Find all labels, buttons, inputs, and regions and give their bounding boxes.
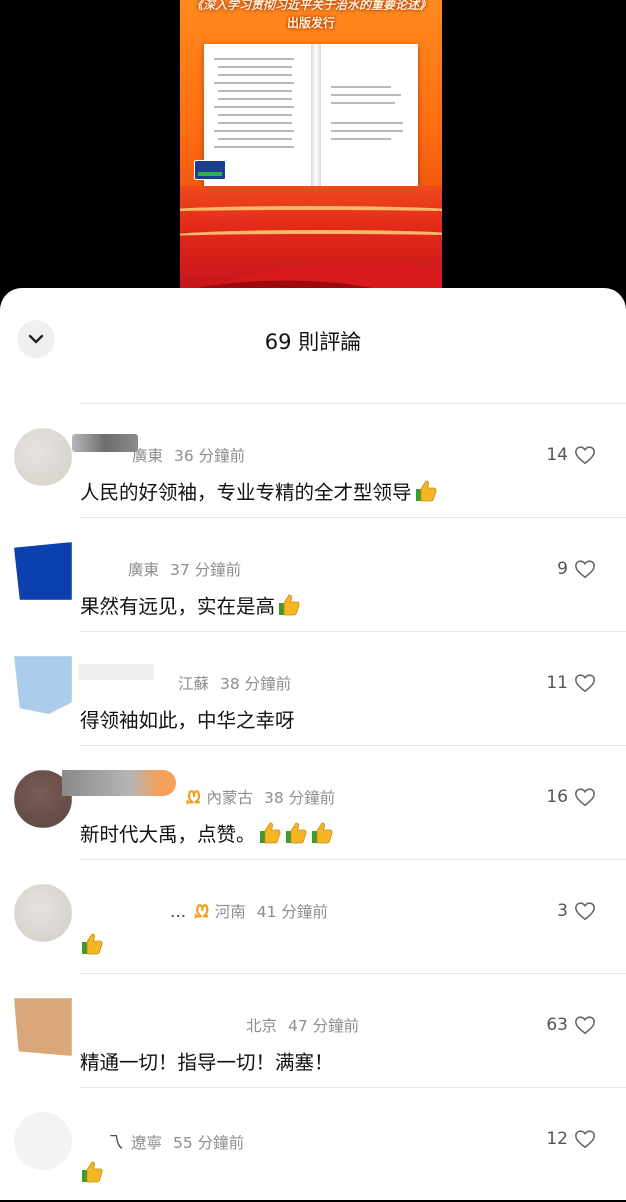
like-button[interactable]: 11 xyxy=(546,672,596,694)
avatar[interactable] xyxy=(14,998,72,1056)
comment-text: 新时代大禹，点赞。 xyxy=(80,818,334,847)
username-redacted[interactable] xyxy=(72,434,138,452)
cctv-news-logo xyxy=(194,160,226,180)
comment-meta: 廣東 37 分鐘前 xyxy=(128,558,241,580)
comment-item[interactable]: 江蘇 38 分鐘前 得领袖如此，中华之幸呀 11 xyxy=(0,632,626,746)
avatar[interactable] xyxy=(14,542,72,600)
thumbs-up-icon xyxy=(414,479,438,503)
username[interactable]: ... xyxy=(170,902,186,922)
like-count: 63 xyxy=(546,1015,568,1035)
video-title: 《深入学习贯彻习近平关于治水的重要论述》 出版发行 xyxy=(180,0,442,40)
location: 北京 xyxy=(246,1017,278,1035)
comment-body: 果然有远见，实在是高 xyxy=(80,595,276,618)
like-count: 12 xyxy=(546,1129,568,1149)
timestamp: 37 分鐘前 xyxy=(169,561,242,579)
heart-icon xyxy=(575,1016,595,1035)
thumbs-up-icon xyxy=(258,821,282,845)
comment-meta: ... ᘻ 河南 41 分鐘前 xyxy=(170,900,328,922)
video-frame: 《深入学习贯彻习近平关于治水的重要论述》 出版发行 xyxy=(180,0,442,290)
badge-icon: ᘻ xyxy=(194,902,209,922)
thumbs-up-icon xyxy=(310,821,334,845)
like-button[interactable]: 16 xyxy=(546,786,596,808)
username-redacted[interactable] xyxy=(78,664,154,680)
heart-icon xyxy=(575,902,595,921)
location: 遼寧 xyxy=(131,1134,163,1152)
book-image xyxy=(204,44,418,186)
timestamp: 38 分鐘前 xyxy=(219,675,292,693)
heart-icon xyxy=(575,560,595,579)
video-title-line2: 出版发行 xyxy=(286,16,335,30)
heart-icon xyxy=(575,788,595,807)
comment-item[interactable]: 北京 47 分鐘前 精通一切！指导一切！满塞！ 63 xyxy=(0,974,626,1088)
timestamp: 36 分鐘前 xyxy=(173,447,246,465)
heart-icon xyxy=(575,446,595,465)
comment-meta: 北京 47 分鐘前 xyxy=(246,1014,359,1036)
comment-body: 精通一切！指导一切！满塞！ xyxy=(80,1051,334,1074)
comment-count-title: 69 則評論 xyxy=(264,330,362,354)
red-wave-background xyxy=(180,186,442,290)
comment-meta: 廣東 36 分鐘前 xyxy=(132,444,245,466)
comment-body: 人民的好领袖，专业专精的全才型领导 xyxy=(80,481,412,504)
like-count: 3 xyxy=(557,901,568,921)
timestamp: 55 分鐘前 xyxy=(172,1134,245,1152)
comment-item[interactable]: ... ᘻ 河南 41 分鐘前 3 xyxy=(0,860,626,974)
comment-text: 精通一切！指导一切！满塞！ xyxy=(80,1046,334,1075)
thumbs-up-icon xyxy=(284,821,308,845)
like-button[interactable]: 9 xyxy=(557,558,596,580)
like-count: 14 xyxy=(546,445,568,465)
comment-text xyxy=(80,932,104,957)
thumbs-up-icon xyxy=(80,1160,104,1184)
avatar[interactable] xyxy=(14,884,72,942)
video-player[interactable]: 《深入学习贯彻习近平关于治水的重要论述》 出版发行 xyxy=(0,0,626,300)
heart-icon xyxy=(575,674,595,693)
avatar[interactable] xyxy=(14,1112,72,1170)
location: 河南 xyxy=(214,903,246,921)
video-title-line1: 《深入学习贯彻习近平关于治水的重要论述》 xyxy=(190,0,431,12)
comment-text: 人民的好领袖，专业专精的全才型领导 xyxy=(80,476,438,505)
comments-sheet: 69 則評論 廣東 36 分鐘前 人民的好领袖，专业专精的全才型领导 14 廣東… xyxy=(0,288,626,1200)
like-button[interactable]: 63 xyxy=(546,1014,596,1036)
comment-text xyxy=(80,1160,104,1185)
comments-header: 69 則評論 xyxy=(0,288,626,404)
location: 廣東 xyxy=(132,447,164,465)
comment-item[interactable]: ᘻ 內蒙古 38 分鐘前 新时代大禹，点赞。 16 xyxy=(0,746,626,860)
thumbs-up-icon xyxy=(277,593,301,617)
like-button[interactable]: 3 xyxy=(557,900,596,922)
comment-item[interactable]: 廣東 36 分鐘前 人民的好领袖，专业专精的全才型领导 14 xyxy=(0,404,626,518)
thumbs-up-icon xyxy=(80,932,104,956)
comment-text: 得领袖如此，中华之幸呀 xyxy=(80,704,295,733)
like-button[interactable]: 12 xyxy=(546,1128,596,1150)
location: 內蒙古 xyxy=(206,789,254,807)
comment-text: 果然有远见，实在是高 xyxy=(80,590,301,619)
comment-meta: 乁遼寧 55 分鐘前 xyxy=(106,1128,244,1153)
timestamp: 47 分鐘前 xyxy=(287,1017,360,1035)
avatar[interactable] xyxy=(14,656,72,714)
username-redacted[interactable] xyxy=(62,770,176,796)
comment-meta: 江蘇 38 分鐘前 xyxy=(178,672,291,694)
timestamp: 41 分鐘前 xyxy=(256,903,328,921)
location: 廣東 xyxy=(128,561,160,579)
like-button[interactable]: 14 xyxy=(546,444,596,466)
comment-item[interactable]: 廣東 37 分鐘前 果然有远见，实在是高 9 xyxy=(0,518,626,632)
comment-body: 新时代大禹，点赞。 xyxy=(80,823,256,846)
like-count: 16 xyxy=(546,787,568,807)
location: 江蘇 xyxy=(178,675,210,693)
badge-icon: ᘻ xyxy=(186,788,201,808)
timestamp: 38 分鐘前 xyxy=(263,789,336,807)
username[interactable]: 乁 xyxy=(106,1133,123,1153)
like-count: 11 xyxy=(546,673,568,693)
comment-meta: ᘻ 內蒙古 38 分鐘前 xyxy=(186,786,335,808)
comment-body: 得领袖如此，中华之幸呀 xyxy=(80,709,295,732)
heart-icon xyxy=(575,1130,595,1149)
like-count: 9 xyxy=(557,559,568,579)
avatar[interactable] xyxy=(14,428,72,486)
comment-item[interactable]: 乁遼寧 55 分鐘前 12 xyxy=(0,1088,626,1202)
